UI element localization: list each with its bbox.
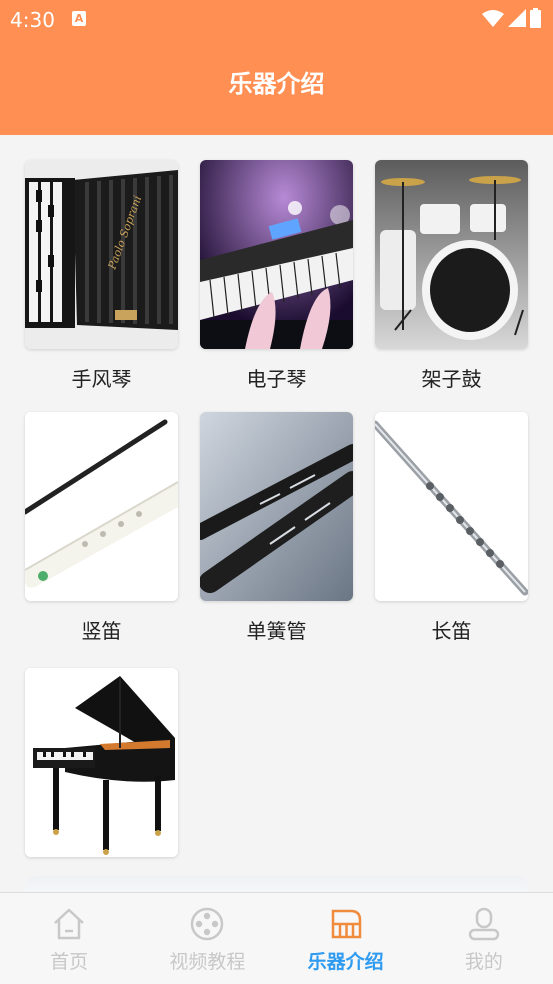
nav-item-video-tutorials[interactable]: 视频教程 (138, 893, 276, 984)
instrument-card-recorder[interactable]: 竖笛 (25, 412, 178, 644)
clarinet-image (200, 412, 353, 601)
signal-icon (508, 9, 526, 27)
instrument-label: 长笛 (431, 619, 472, 643)
status-time: 4:30 (10, 8, 55, 32)
instrument-card-drum-kit[interactable]: 架子鼓 (375, 160, 528, 392)
page-title: 乐器介绍 (228, 70, 325, 98)
instrument-card-clarinet[interactable]: 单簧管 (200, 412, 353, 644)
instrument-card-grand-piano[interactable]: 钢琴 (25, 668, 178, 900)
status-icons (482, 8, 541, 28)
user-icon (468, 907, 500, 941)
home-icon (54, 908, 84, 940)
instrument-label: 电子琴 (246, 367, 307, 391)
instrument-card-flute[interactable]: 长笛 (375, 412, 528, 644)
nav-label-profile: 我的 (464, 951, 503, 973)
battery-icon (530, 8, 541, 28)
instrument-label: 手风琴 (71, 367, 132, 391)
electronic-keyboard-image (200, 160, 353, 349)
piano-keys-icon (331, 909, 361, 939)
film-reel-icon (191, 907, 224, 941)
recorder-image (25, 412, 178, 601)
status-notification-icon: A (72, 11, 86, 26)
flute-image (375, 412, 528, 601)
drum-kit-image (375, 160, 528, 349)
wifi-icon (482, 10, 504, 27)
bottom-nav: 首页 视频教程 乐器介绍 我的 (0, 892, 553, 984)
instrument-card-accordion[interactable]: Paolo Soprani 手风琴 (25, 160, 178, 392)
instrument-label: 单簧管 (246, 619, 307, 643)
nav-item-profile[interactable]: 我的 (415, 893, 553, 984)
header-bar: 4:30 A 乐器介绍 (0, 0, 553, 135)
nav-item-home[interactable]: 首页 (0, 893, 138, 984)
instrument-label: 竖笛 (81, 619, 122, 643)
instrument-card-electronic-keyboard[interactable]: 电子琴 (200, 160, 353, 392)
accordion-image: Paolo Soprani (25, 160, 178, 349)
nav-item-instrument-intro[interactable]: 乐器介绍 (277, 893, 415, 984)
nav-label-video-tutorials: 视频教程 (169, 951, 246, 973)
grand-piano-image (25, 668, 178, 857)
instrument-label: 架子鼓 (421, 367, 482, 391)
nav-label-home: 首页 (50, 951, 89, 973)
nav-label-instrument-intro: 乐器介绍 (307, 951, 384, 973)
